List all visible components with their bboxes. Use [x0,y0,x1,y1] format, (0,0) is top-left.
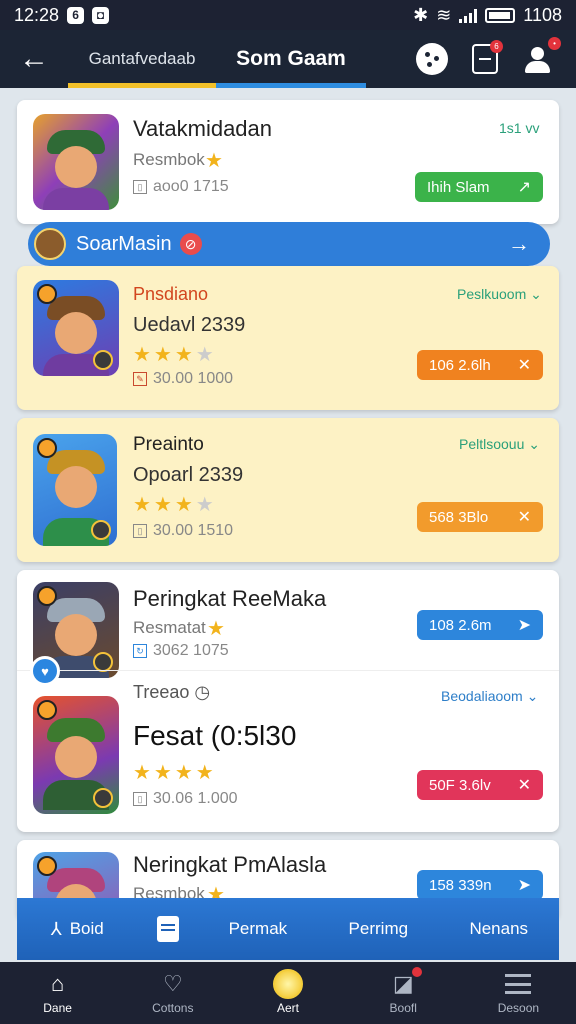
game-meta: ↻ 3062 1075 [133,642,229,660]
filter-permak[interactable]: Permak [198,898,318,960]
nav-cottons[interactable]: ♡ Cottons [115,962,230,1024]
calendar-icon: ▯ [133,524,147,538]
section-label: Treeao ◷ [133,682,211,702]
rating-stars: ★★★★ [133,494,217,516]
link-icon: ↻ [133,644,147,658]
status-time: 12:28 [14,4,60,25]
game-subtitle: Resmbok [133,150,205,169]
more-link[interactable]: Beodaliaoom ⌄ [441,688,538,705]
close-icon: ✕ [517,777,531,794]
close-icon: ✕ [517,357,531,374]
wifi-icon: ≋ [436,4,452,25]
star-icon: ★ [207,618,228,640]
game-thumbnail [33,696,119,814]
star-icon: ★ [205,150,226,172]
message-notification-icon: ◘ [92,6,110,24]
game-subtitle: Resmatat [133,618,206,637]
game-title: Preainto [133,434,204,455]
edit-icon: ✎ [133,372,147,386]
arrow-icon: ↗ [517,179,531,196]
tab-categories[interactable]: Gantafvedaab [68,30,216,88]
game-thumbnail [33,114,119,210]
battery-level: 1108 [523,4,562,25]
play-button[interactable]: 108 2.6m ➤ [417,610,543,640]
coin-icon [273,969,303,999]
arrow-right-icon[interactable]: → [508,231,530,257]
filter-bar: ⅄ Boid Permak Perrimg Nenans [17,898,559,960]
arrow-icon: ➤ [517,617,531,634]
app-bar: ← Gantafvedaab Som Gaam 6 • [0,30,576,88]
verified-icon: ♥ [30,656,60,686]
tab-some-games[interactable]: Som Gaam [216,30,366,88]
play-button[interactable]: 50F 3.6lv ✕ [417,770,543,800]
menu-icon [505,974,532,994]
close-icon: ✕ [517,509,531,526]
game-card[interactable]: Vatakmidadan Resmbok ★ ▯ aoo0 1715 1s1 vv… [17,100,559,224]
document-icon [156,916,179,942]
heart-icon: ♡ [162,971,183,996]
filter-document[interactable] [137,898,197,960]
notes-icon[interactable]: 6 [472,40,503,74]
nav-desoon[interactable]: Desoon [461,962,576,1024]
nav-aert[interactable]: Aert [230,962,345,1024]
game-title: Pnsdiano [133,284,209,304]
profile-icon[interactable]: • [522,37,561,75]
game-card[interactable]: Peringkat ReeMaka Resmatat ★ ↻ 3062 1075 … [17,570,559,832]
play-button[interactable]: 568 3Blo ✕ [417,502,543,532]
game-meta: ▯ aoo0 1715 [133,178,229,196]
banner-avatar [34,228,66,260]
search-banner[interactable]: SoarMasin ⊘ → [28,222,550,266]
filter-nenans[interactable]: Nenans [439,898,559,960]
calendar-icon: ▯ [133,180,147,194]
filter-boid[interactable]: ⅄ Boid [17,898,137,960]
game-subtitle: Uedavl 2339 [133,314,246,336]
person-icon: ⅄ [50,918,62,939]
nav-boofl[interactable]: ◪ Boofl [346,962,461,1024]
game-meta: ▯ 30.00 1510 [133,522,233,540]
more-link[interactable]: Peltlsoouu ⌄ [459,436,540,453]
game-thumbnail [33,434,117,546]
banner-label: SoarMasin [76,232,172,255]
play-button[interactable]: Ihih Slam ↗ [415,172,543,202]
game-title: Peringkat ReeMaka [133,586,327,611]
arrow-icon: ➤ [517,877,531,894]
home-icon: ⌂ [50,971,65,996]
nav-home[interactable]: ⌂ Dane [0,962,115,1024]
more-link[interactable]: 1s1 vv [499,120,539,136]
battery-icon [485,7,516,23]
bluetooth-icon: ✱ [413,4,429,25]
rating-stars: ★★★★ [133,762,217,784]
game-title: Vatakmidadan [133,116,273,141]
cookie-icon[interactable] [416,43,448,75]
app-notification-icon: 6 [67,6,85,24]
edit-icon: ◪ [393,967,422,997]
calendar-icon: ▯ [133,792,147,806]
status-bar: 12:28 6 ◘ ✱ ≋ 1108 [0,0,576,30]
game-card[interactable]: Preainto Opoarl 2339 ★★★★ ▯ 30.00 1510 Pe… [17,418,559,562]
game-thumbnail [33,280,119,376]
game-title: Neringkat PmAlasla [133,852,327,877]
filter-perrimg[interactable]: Perrimg [318,898,438,960]
notification-badge: • [548,37,561,50]
play-button[interactable]: 106 2.6lh ✕ [417,350,543,380]
back-arrow-icon[interactable]: ← [0,30,68,88]
bottom-nav: ⌂ Dane ♡ Cottons Aert ◪ Boofl Desoon [0,962,576,1024]
notification-badge: 6 [490,40,503,53]
more-link[interactable]: Peslkuoom ⌄ [457,286,542,303]
game-title: Fesat (0:5l30 [133,720,297,751]
play-button[interactable]: 158 339n ➤ [417,870,543,900]
game-card[interactable]: Pnsdiano Uedavl 2339 ★★★★ ✎ 30.00 1000 Pe… [17,266,559,410]
signal-icon [459,8,478,23]
game-meta: ▯ 30.06 1.000 [133,790,238,808]
game-subtitle: Opoarl 2339 [133,464,244,486]
close-icon[interactable]: ⊘ [179,233,202,255]
rating-stars: ★★★★ [133,344,217,366]
game-meta: ✎ 30.00 1000 [133,370,233,388]
clock-icon: ◷ [194,682,211,702]
